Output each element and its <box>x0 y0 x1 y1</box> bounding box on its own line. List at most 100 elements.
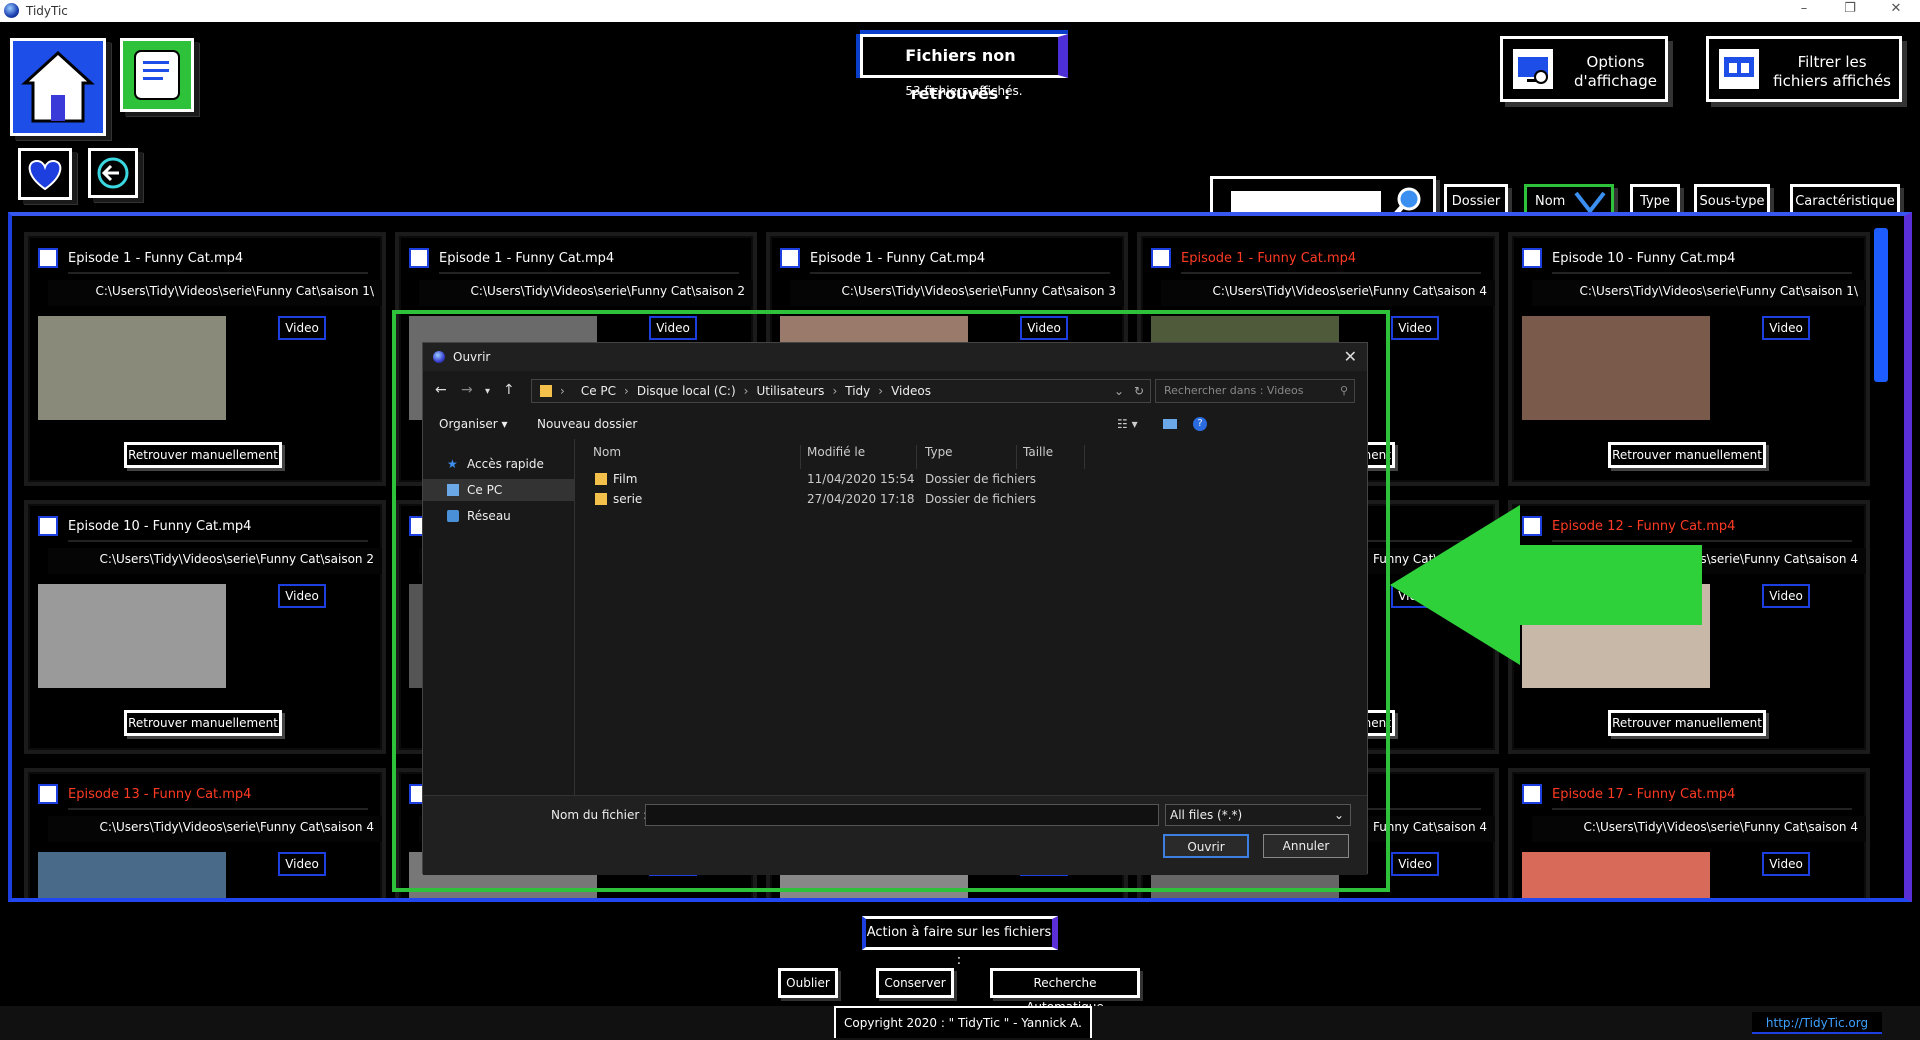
home-icon <box>13 41 103 133</box>
preview-pane-icon[interactable] <box>1163 419 1177 429</box>
select-checkbox[interactable] <box>409 248 429 268</box>
window-title: TidyTic <box>26 4 68 18</box>
view-options-icon[interactable]: ☷ ▾ <box>1117 417 1138 431</box>
filename-label: Nom du fichier : <box>551 808 648 822</box>
select-checkbox[interactable] <box>38 516 58 536</box>
find-manually-button[interactable]: Retrouver manuellement <box>124 710 282 736</box>
find-manually-button[interactable]: Retrouver manuellement <box>1608 442 1766 468</box>
scrollbar-thumb[interactable] <box>1874 228 1888 382</box>
open-button[interactable]: Ouvrir <box>1163 834 1249 858</box>
file-card: Episode 1 - Funny Cat.mp4 C:\Users\Tidy\V… <box>24 232 386 486</box>
file-type-badge: Video <box>1762 852 1810 876</box>
organize-menu[interactable]: Organiser ▾ <box>439 417 507 431</box>
file-card: Episode 13 - Funny Cat.mp4 C:\Users\Tidy\… <box>24 768 386 898</box>
monitor-settings-icon <box>1511 47 1555 91</box>
document-button[interactable] <box>120 38 194 112</box>
window-titlebar: TidyTic – ❐ ✕ <box>0 0 1920 22</box>
forget-button[interactable]: Oublier <box>778 968 838 998</box>
copyright: Copyright 2020 : " TidyTic " - Yannick A… <box>834 1006 1092 1038</box>
breadcrumb-item[interactable]: Videos <box>891 384 931 398</box>
file-date: 27/04/2020 17:18 <box>807 492 915 506</box>
file-row[interactable]: Film 11/04/2020 15:54 Dossier de fichier… <box>575 469 1369 489</box>
column-name[interactable]: Nom <box>593 445 801 469</box>
refresh-icon[interactable]: ↻ <box>1134 380 1144 402</box>
folder-icon <box>595 473 607 485</box>
sidebar-item-quick-access[interactable]: ★ Accès rapide <box>423 453 575 475</box>
select-checkbox[interactable] <box>38 784 58 804</box>
files-count: 53 fichiers affichés. <box>905 84 1023 98</box>
file-name: Episode 1 - Funny Cat.mp4 <box>810 248 1110 274</box>
computer-icon <box>447 484 459 496</box>
dialog-footer: Nom du fichier : All files (*.*) ⌄ Ouvrir… <box>423 795 1367 875</box>
recent-chevron-icon[interactable]: ▾ <box>485 386 490 397</box>
action-title: Action à faire sur les fichiers : <box>862 916 1058 968</box>
options-label-2: d'affichage <box>1573 72 1657 90</box>
file-name: Episode 10 - Funny Cat.mp4 <box>1552 248 1852 274</box>
keep-button[interactable]: Conserver <box>876 968 954 998</box>
restore-button[interactable]: ❐ <box>1830 1 1870 16</box>
document-icon <box>134 50 180 100</box>
dialog-toolbar: Organiser ▾ Nouveau dossier ☷ ▾ ? <box>423 409 1367 437</box>
breadcrumb-item[interactable]: Utilisateurs <box>756 384 824 398</box>
filename-input[interactable] <box>645 804 1159 826</box>
address-bar[interactable]: › Ce PC › Disque local (C:) › Utilisateurs › Ti… <box>531 379 1151 403</box>
navigation-pane: ★ Accès rapide Ce PC Réseau <box>423 439 575 795</box>
filter-files-button[interactable]: Filtrer les fichiers affichés <box>1706 36 1902 102</box>
filetype-select[interactable]: All files (*.*) ⌄ <box>1165 804 1351 826</box>
video-thumbnail <box>38 852 226 898</box>
sidebar-item-network[interactable]: Réseau <box>423 505 575 527</box>
minimize-button[interactable]: – <box>1784 1 1824 16</box>
file-name: Episode 13 - Funny Cat.mp4 <box>68 784 368 810</box>
filter-label-1: Filtrer les <box>1797 53 1867 71</box>
back-button[interactable] <box>88 148 138 198</box>
search-field[interactable]: Rechercher dans : Videos ⚲ <box>1155 379 1355 403</box>
select-checkbox[interactable] <box>780 248 800 268</box>
file-path: C:\Users\Tidy\Videos\serie\Funny Cat\sai… <box>1161 280 1495 306</box>
breadcrumb-item[interactable]: Tidy <box>845 384 870 398</box>
auto-search-button[interactable]: Recherche Automatique <box>990 968 1140 1014</box>
column-type[interactable]: Type <box>925 445 1017 469</box>
forward-arrow-icon[interactable]: → <box>461 382 473 398</box>
back-arrow-icon[interactable]: ← <box>435 382 447 398</box>
new-folder-button[interactable]: Nouveau dossier <box>537 417 637 431</box>
folder-icon <box>595 493 607 505</box>
select-checkbox[interactable] <box>1522 784 1542 804</box>
home-button[interactable] <box>10 38 106 136</box>
select-checkbox[interactable] <box>38 248 58 268</box>
file-name: serie <box>613 492 643 506</box>
file-path: C:\Users\Tidy\Videos\serie\Funny Cat\sai… <box>790 280 1124 306</box>
file-name: Episode 1 - Funny Cat.mp4 <box>1181 248 1481 274</box>
close-button[interactable]: ✕ <box>1876 1 1916 16</box>
dialog-close-button[interactable]: ✕ <box>1344 347 1357 366</box>
file-path: C:\Users\Tidy\Videos\serie\Funny Cat\sai… <box>48 816 382 842</box>
up-arrow-icon[interactable]: ↑ <box>503 382 515 398</box>
breadcrumb-item[interactable]: Disque local (C:) <box>637 384 736 398</box>
help-icon[interactable]: ? <box>1193 417 1207 431</box>
website-link[interactable]: http://TidyTic.org <box>1750 1010 1884 1036</box>
open-file-dialog: Ouvrir ✕ ← → ▾ ↑ › Ce PC › Disque local (C:… <box>422 342 1369 875</box>
favorite-button[interactable] <box>18 148 72 200</box>
column-size[interactable]: Taille <box>1023 445 1085 469</box>
find-manually-button[interactable]: Retrouver manuellement <box>1608 710 1766 736</box>
file-type: Dossier de fichiers <box>925 472 1037 486</box>
file-row[interactable]: serie 27/04/2020 17:18 Dossier de fichie… <box>575 489 1369 509</box>
heart-icon <box>28 159 62 191</box>
display-options-button[interactable]: Options d'affichage <box>1500 36 1668 102</box>
column-modified[interactable]: Modifié le <box>807 445 917 469</box>
breadcrumb-item[interactable]: Ce PC <box>581 384 616 398</box>
select-checkbox[interactable] <box>1151 248 1171 268</box>
find-manually-button[interactable]: Retrouver manuellement <box>124 442 282 468</box>
file-name: Episode 17 - Funny Cat.mp4 <box>1552 784 1852 810</box>
file-type-badge: Video <box>278 316 326 340</box>
sidebar-item-this-pc[interactable]: Ce PC <box>423 479 575 501</box>
chevron-down-icon[interactable]: ⌄ <box>1114 380 1124 402</box>
file-path: C:\Users\Tidy\Videos\serie\Funny Cat\sai… <box>419 280 753 306</box>
file-name: Film <box>613 472 638 486</box>
file-card: Episode 17 - Funny Cat.mp4 C:\Users\Tidy\… <box>1508 768 1870 898</box>
file-type-badge: Video <box>1391 852 1439 876</box>
cancel-button[interactable]: Annuler <box>1263 834 1349 858</box>
select-checkbox[interactable] <box>1522 248 1542 268</box>
file-name: Episode 1 - Funny Cat.mp4 <box>68 248 368 274</box>
search-icon: ⚲ <box>1339 384 1348 397</box>
file-card: Episode 10 - Funny Cat.mp4 C:\Users\Tidy\… <box>24 500 386 754</box>
